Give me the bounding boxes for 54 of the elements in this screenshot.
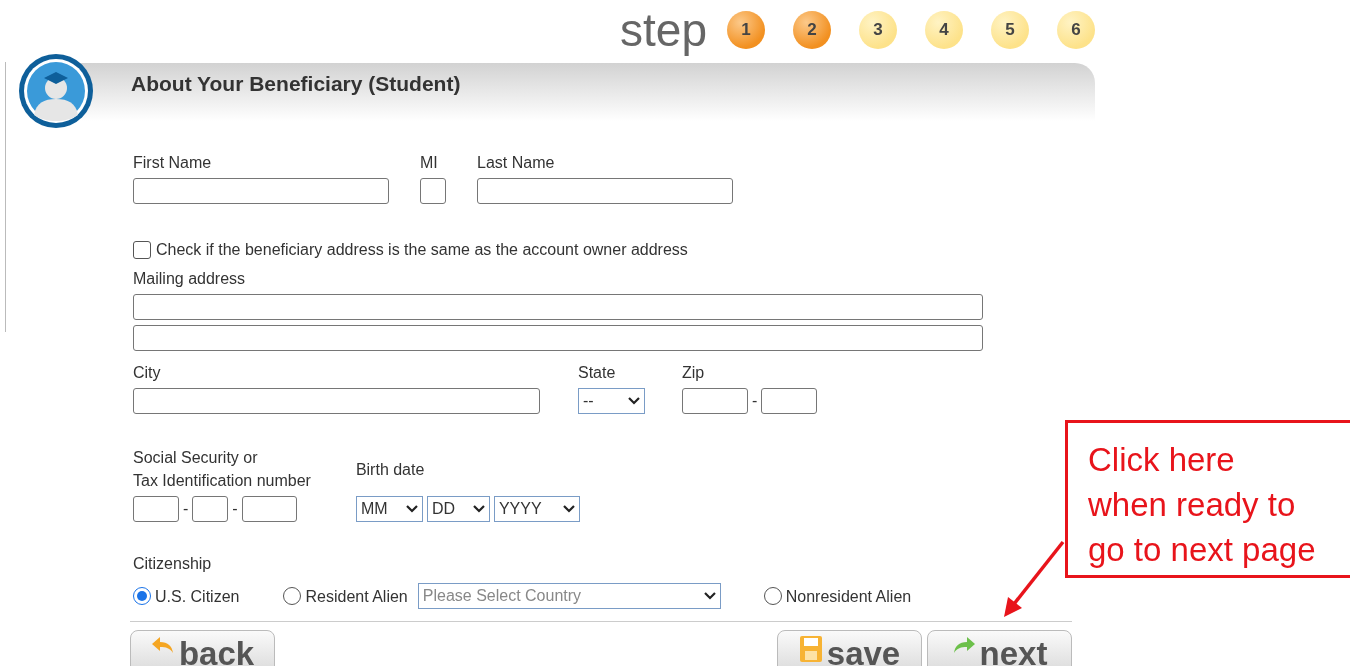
field-label: State xyxy=(578,363,617,383)
country-select[interactable]: Please Select Country xyxy=(417,583,721,609)
radio-label: Resident Alien xyxy=(305,586,408,607)
text-input[interactable] xyxy=(420,178,446,204)
checkbox[interactable] xyxy=(133,240,151,259)
callout-note: Click here when ready to go to next page xyxy=(1065,420,1350,578)
dash-separator: - xyxy=(183,500,189,518)
date-select[interactable]: DD xyxy=(426,496,490,522)
field-label: City xyxy=(133,363,162,383)
dash-separator: - xyxy=(752,392,758,410)
field-label: MI xyxy=(420,153,439,173)
text-input[interactable] xyxy=(133,294,983,320)
text-input[interactable] xyxy=(682,388,748,414)
radio-label: Nonresident Alien xyxy=(785,586,912,607)
section-title: About Your Beneficiary (Student) xyxy=(131,72,461,96)
chevron-icon xyxy=(472,505,485,513)
field-label: First Name xyxy=(133,153,213,173)
date-select[interactable]: YYYY xyxy=(493,496,580,522)
chevron-icon xyxy=(628,397,640,405)
step-indicator: 2 xyxy=(793,11,831,49)
next-button[interactable]: next xyxy=(927,630,1072,666)
date-select[interactable]: MM xyxy=(355,496,423,522)
step-indicator: 3 xyxy=(859,11,897,49)
save-button[interactable]: save xyxy=(777,630,922,666)
text-input[interactable] xyxy=(133,325,983,351)
field-label: Zip xyxy=(682,363,706,383)
step-indicator: 4 xyxy=(925,11,963,49)
step-indicator: 6 xyxy=(1057,11,1095,49)
radio-button[interactable] xyxy=(763,587,782,605)
state-select[interactable]: -- xyxy=(578,388,645,414)
radio-button[interactable] xyxy=(283,587,302,605)
text-input[interactable] xyxy=(761,388,818,414)
chevron-icon xyxy=(562,505,575,513)
student-avatar-icon xyxy=(18,53,94,129)
dash-separator: - xyxy=(232,500,238,518)
radio-button[interactable] xyxy=(133,587,151,605)
back-button[interactable]: back xyxy=(130,630,275,666)
text-input[interactable] xyxy=(133,178,389,204)
radio-label: U.S. Citizen xyxy=(155,586,240,607)
text-input[interactable] xyxy=(477,178,733,204)
text-input[interactable] xyxy=(133,496,179,522)
text-input[interactable] xyxy=(133,388,540,414)
checkbox-label: Check if the beneficiary address is the same as the account owner address xyxy=(156,240,688,260)
step-indicator: 1 xyxy=(727,11,765,49)
step-indicator: 5 xyxy=(991,11,1029,49)
chevron-icon xyxy=(703,592,716,600)
text-input[interactable] xyxy=(192,496,229,522)
field-label: Citizenship xyxy=(133,554,213,574)
field-label: Social Security or Tax Identification number xyxy=(133,448,311,491)
field-label: Mailing address xyxy=(133,269,247,289)
chevron-icon xyxy=(405,505,418,513)
text-input[interactable] xyxy=(241,496,297,522)
field-label: Last Name xyxy=(477,153,556,173)
field-label: Birth date xyxy=(355,460,426,480)
